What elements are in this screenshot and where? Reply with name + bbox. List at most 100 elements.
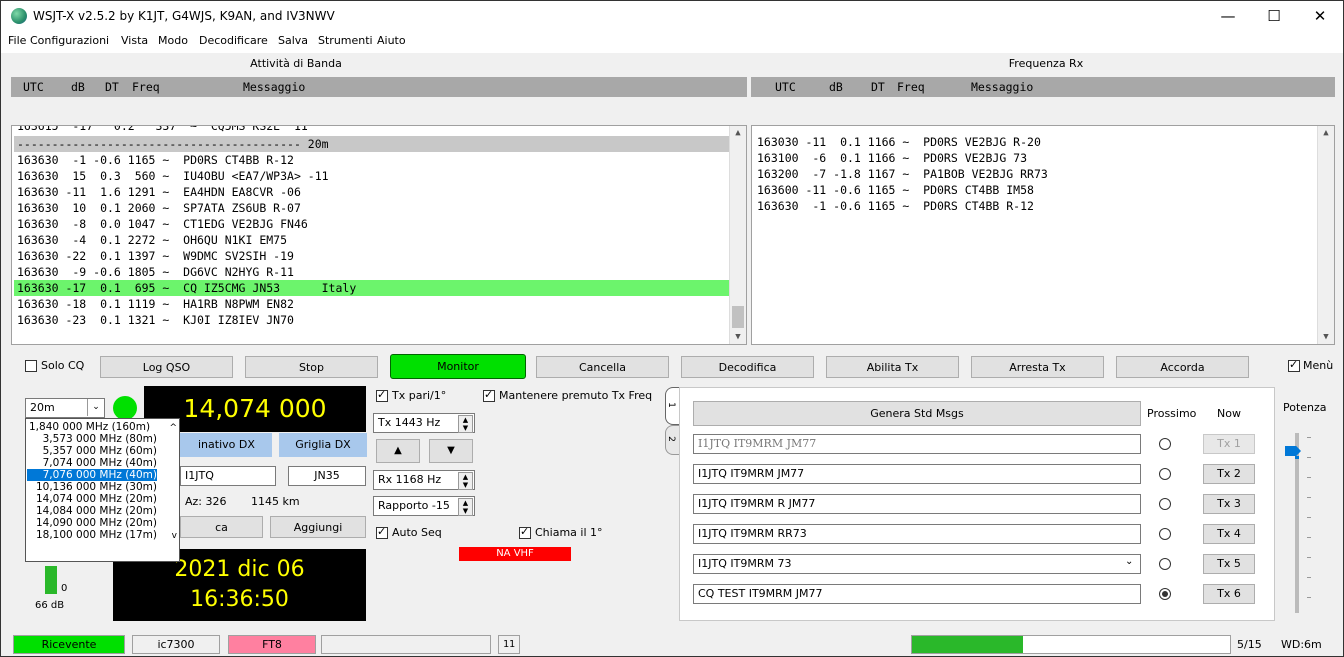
band-option-selected[interactable]: 7,076 000 MHz (40m) xyxy=(27,469,157,481)
maximize-button[interactable]: ☐ xyxy=(1251,1,1297,31)
tab-1[interactable]: 1 xyxy=(665,387,680,425)
list-item[interactable]: 163630 -1 -0.6 1165 ~ PD0RS CT4BB R-12 xyxy=(757,198,1034,214)
call-first-checkbox[interactable] xyxy=(519,525,531,539)
tx3-message-field[interactable]: I1JTQ IT9MRM R JM77 xyxy=(693,494,1141,514)
tx2-message-field[interactable]: I1JTQ IT9MRM JM77 xyxy=(693,464,1141,484)
list-item-highlighted[interactable]: 163630 -17 0.1 695 ~ CQ IZ5CMG JN53 Ital… xyxy=(14,280,737,296)
spin-arrows-icon[interactable]: ▲ ▼ xyxy=(458,472,473,490)
dx-call-input[interactable]: I1JTQ xyxy=(180,466,276,486)
decodifica-button[interactable]: Decodifica xyxy=(681,356,814,378)
list-item[interactable]: 163630 -11 1.6 1291 ~ EA4HDN EA8CVR -06 xyxy=(17,184,301,200)
log-qso-button[interactable]: Log QSO xyxy=(100,356,233,378)
list-item[interactable]: 163030 -11 0.1 1166 ~ PD0RS VE2BJG R-20 xyxy=(757,134,1041,150)
dropdown-scroll-down-icon[interactable]: v xyxy=(172,531,177,541)
band-option[interactable]: 5,357 000 MHz (60m) xyxy=(43,445,157,457)
band-option[interactable]: 3,573 000 MHz (80m) xyxy=(43,433,157,445)
down-arrow-button[interactable]: ▼ xyxy=(429,439,473,463)
tx5-next-radio[interactable] xyxy=(1159,558,1171,570)
band-option[interactable]: 10,136 000 MHz (30m) xyxy=(36,481,157,493)
tx1-message-field[interactable]: I1JTQ IT9MRM JM77 xyxy=(693,434,1141,454)
list-item[interactable]: 163630 -9 -0.6 1805 ~ DG6VC N2HYG R-11 xyxy=(17,264,294,280)
band-option[interactable]: 14,090 000 MHz (20m) xyxy=(36,517,157,529)
menu-file[interactable]: File xyxy=(8,34,26,47)
list-item[interactable]: 163600 -11 -0.6 1165 ~ PD0RS CT4BB IM58 xyxy=(757,182,1034,198)
list-item[interactable]: 163630 -23 0.1 1321 ~ KJ0I IZ8IEV JN70 xyxy=(17,312,294,328)
band-activity-list[interactable]: 163615 -17 0.2 337 ~ CQ5MS KS2E 11 -----… xyxy=(11,125,747,345)
list-item[interactable]: 163630 -22 0.1 1397 ~ W9DMC SV2SIH -19 xyxy=(17,248,294,264)
scroll-down-icon[interactable]: ▼ xyxy=(1318,332,1334,342)
menu-checkbox[interactable] xyxy=(1288,358,1300,372)
power-slider-track[interactable] xyxy=(1295,433,1299,613)
list-item[interactable]: 163200 -7 -1.8 1167 ~ PA1BOB VE2BJG RR73 xyxy=(757,166,1048,182)
band-option[interactable]: 14,084 000 MHz (20m) xyxy=(36,505,157,517)
tx6-message-field[interactable]: CQ TEST IT9MRM JM77 xyxy=(693,584,1141,604)
arresta-tx-button[interactable]: Arresta Tx xyxy=(971,356,1104,378)
menu-strumenti[interactable]: Strumenti xyxy=(318,34,373,47)
tx3-next-radio[interactable] xyxy=(1159,498,1171,510)
spin-arrows-icon[interactable]: ▲ ▼ xyxy=(458,415,473,433)
tx6-next-radio[interactable] xyxy=(1159,588,1171,600)
band-activity-scrollbar[interactable]: ▲ ▼ xyxy=(729,126,746,344)
menu-aiuto[interactable]: Aiuto xyxy=(377,34,406,47)
list-item[interactable]: 163630 15 0.3 560 ~ IU4OBU <EA7/WP3A> -1… xyxy=(17,168,329,184)
menu-modo[interactable]: Modo xyxy=(158,34,188,47)
menu-decodificare[interactable]: Decodificare xyxy=(199,34,268,47)
list-item[interactable]: 163615 -17 0.2 337 ~ CQ5MS KS2E 11 xyxy=(17,126,308,134)
tx4-message-field[interactable]: I1JTQ IT9MRM RR73 xyxy=(693,524,1141,544)
scroll-thumb[interactable] xyxy=(732,306,744,328)
tx2-button[interactable]: Tx 2 xyxy=(1203,464,1255,484)
generate-std-msgs-button[interactable]: Genera Std Msgs xyxy=(693,401,1141,426)
scroll-down-icon[interactable]: ▼ xyxy=(730,332,746,342)
tx6-button[interactable]: Tx 6 xyxy=(1203,584,1255,604)
menu-salva[interactable]: Salva xyxy=(278,34,308,47)
tx-even-checkbox[interactable] xyxy=(376,388,388,402)
tx4-next-radio[interactable] xyxy=(1159,528,1171,540)
band-dropdown-list[interactable]: 1,840 000 MHz (160m) 3,573 000 MHz (80m)… xyxy=(25,418,180,562)
monitor-button[interactable]: Monitor xyxy=(390,354,526,379)
add-button[interactable]: Aggiungi xyxy=(270,516,366,538)
cancella-button[interactable]: Cancella xyxy=(536,356,669,378)
menu-configurazioni[interactable]: Configurazioni xyxy=(30,34,109,47)
tx3-button[interactable]: Tx 3 xyxy=(1203,494,1255,514)
dx-grid-input[interactable]: JN35 xyxy=(288,466,366,486)
rx-frequency-scrollbar[interactable]: ▲ ▼ xyxy=(1317,126,1334,344)
tx5-button[interactable]: Tx 5 xyxy=(1203,554,1255,574)
up-arrow-button[interactable]: ▲ xyxy=(376,439,420,463)
accorda-button[interactable]: Accorda xyxy=(1116,356,1249,378)
band-option[interactable]: 14,074 000 MHz (20m) xyxy=(36,493,157,505)
tab-2[interactable]: 2 xyxy=(665,425,680,455)
close-button[interactable]: ✕ xyxy=(1297,1,1343,31)
list-item[interactable]: 163630 10 0.1 2060 ~ SP7ATA ZS6UB R-07 xyxy=(17,200,301,216)
lookup-button[interactable]: ca xyxy=(180,516,263,538)
hold-tx-freq-checkbox[interactable] xyxy=(483,388,495,402)
tx5-message-field[interactable]: I1JTQ IT9MRM 73 xyxy=(693,554,1141,574)
rx-frequency-list[interactable]: 163030 -11 0.1 1166 ~ PD0RS VE2BJG R-20 … xyxy=(751,125,1335,345)
band-option[interactable]: 18,100 000 MHz (17m) xyxy=(36,529,157,541)
list-item[interactable]: 163630 -4 0.1 2272 ~ OH6QU N1KI EM75 xyxy=(17,232,287,248)
auto-seq-checkbox[interactable] xyxy=(376,525,388,539)
scroll-up-icon[interactable]: ▲ xyxy=(730,128,746,138)
chevron-down-icon[interactable]: ⌄ xyxy=(87,399,104,416)
stop-button[interactable]: Stop xyxy=(245,356,378,378)
band-option[interactable]: 1,840 000 MHz (160m) xyxy=(29,421,157,433)
rx-frequency-spinbox[interactable]: Rx 1168 Hz ▲ ▼ xyxy=(373,470,475,490)
tx1-next-radio[interactable] xyxy=(1159,438,1171,450)
report-spinbox[interactable]: Rapporto -15 ▲ ▼ xyxy=(373,496,475,516)
menu-vista[interactable]: Vista xyxy=(121,34,148,47)
list-item[interactable]: 163100 -6 0.1 1166 ~ PD0RS VE2BJG 73 xyxy=(757,150,1027,166)
abilita-tx-button[interactable]: Abilita Tx xyxy=(826,356,959,378)
list-item[interactable]: 163630 -1 -0.6 1165 ~ PD0RS CT4BB R-12 xyxy=(17,152,294,168)
tx1-button[interactable]: Tx 1 xyxy=(1203,434,1255,454)
list-item[interactable]: 163630 -18 0.1 1119 ~ HA1RB N8PWM EN82 xyxy=(17,296,294,312)
dropdown-scroll-up-icon[interactable]: ^ xyxy=(169,423,177,433)
spin-arrows-icon[interactable]: ▲ ▼ xyxy=(458,498,473,516)
list-item[interactable]: 163630 -8 0.0 1047 ~ CT1EDG VE2BJG FN46 xyxy=(17,216,308,232)
tx2-next-radio[interactable] xyxy=(1159,468,1171,480)
band-option[interactable]: 7,074 000 MHz (40m) xyxy=(43,457,157,469)
chevron-down-icon[interactable]: ⌄ xyxy=(1125,556,1133,567)
solo-cq-checkbox[interactable] xyxy=(25,360,37,372)
scroll-up-icon[interactable]: ▲ xyxy=(1318,128,1334,138)
minimize-button[interactable]: — xyxy=(1205,1,1251,31)
tx-frequency-spinbox[interactable]: Tx 1443 Hz ▲ ▼ xyxy=(373,413,475,433)
tx4-button[interactable]: Tx 4 xyxy=(1203,524,1255,544)
